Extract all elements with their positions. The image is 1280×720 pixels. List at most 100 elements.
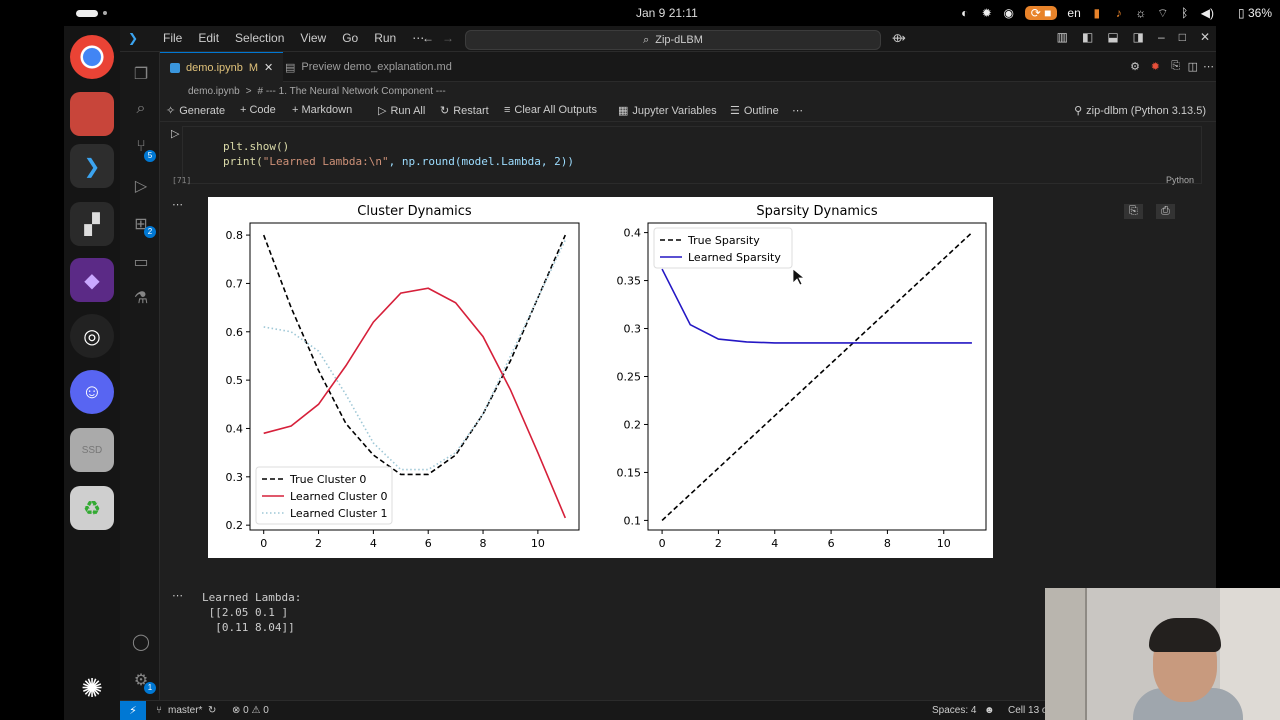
outline-button[interactable]: ☰ Outline [730, 104, 779, 118]
settings-gear-icon[interactable]: ⚙ [1130, 60, 1140, 73]
indentation[interactable]: Spaces: 4 [932, 705, 976, 716]
layout-icon[interactable]: ▥ [1057, 30, 1068, 44]
clear-label: Clear All Outputs [514, 104, 597, 116]
x-tick-label: 0 [659, 537, 666, 550]
toggle-sidebar-icon[interactable]: ◧ [1082, 30, 1093, 44]
vscode-dock-icon[interactable]: ❯ [70, 144, 114, 188]
source-control-icon[interactable]: ⑂ 5 [130, 138, 156, 162]
wifi-icon[interactable]: ⌔ [1157, 6, 1169, 21]
jupyter-variables-button[interactable]: ▦ Jupyter Variables [618, 104, 717, 118]
nav-forward-icon[interactable]: → [442, 31, 454, 45]
screen-record-icon[interactable]: ⟳ ■ [1024, 6, 1058, 20]
menu-file[interactable]: File [155, 31, 190, 45]
vscode-logo-icon: ❯ [128, 31, 139, 45]
split-editor-icon[interactable]: ◫ [1188, 60, 1198, 73]
menu-view[interactable]: View [292, 31, 334, 45]
maximize-icon[interactable]: □ [1179, 30, 1186, 44]
camera-icon[interactable]: ▮ [1091, 6, 1103, 20]
minimize-icon[interactable]: – [1158, 30, 1165, 44]
microphone-icon[interactable]: ♪ [1113, 6, 1125, 20]
breadcrumb-section[interactable]: # --- 1. The Neural Network Component --… [258, 86, 446, 97]
cell-indicator[interactable]: Cell 13 o [1008, 705, 1047, 716]
battery-indicator[interactable]: ▯ 36% [1238, 6, 1272, 20]
explorer-icon[interactable]: ❐ [130, 64, 152, 86]
tab-demo-ipynb[interactable]: demo.ipynb M ✕ [160, 52, 284, 82]
search-sidebar-icon[interactable]: ⌕ [130, 100, 152, 122]
manage-gear-icon[interactable]: ⚙ 1 [130, 670, 156, 694]
add-markdown-button[interactable]: + Markdown [292, 104, 352, 116]
cell-language[interactable]: Python [1166, 175, 1194, 185]
code-editor[interactable]: plt.show() print("Learned Lambda:\n", np… [223, 139, 574, 169]
kernel-picker[interactable]: ⚲ zip-dlbm (Python 3.13.5) [1074, 104, 1206, 118]
extensions-icon[interactable]: ⊞ 2 [130, 214, 156, 238]
trash-icon[interactable]: ♻ [70, 486, 114, 530]
editor-app-icon[interactable]: ▞ [70, 202, 114, 246]
nav-back-icon[interactable]: ← [422, 31, 434, 45]
branch-name[interactable]: master* [168, 705, 202, 716]
command-center[interactable]: ⌕ Zip-dLBM [465, 30, 881, 50]
generate-label: Generate [179, 104, 226, 117]
run-cell-icon[interactable]: ▷ [171, 127, 179, 140]
vpn-icon[interactable]: ◐ [959, 6, 971, 20]
volume-icon[interactable]: ◀) [1201, 6, 1214, 20]
activities-indicator[interactable] [76, 10, 98, 17]
compare-icon[interactable]: ⎘ [1171, 60, 1180, 73]
testing-icon[interactable]: ⚗ [130, 288, 152, 310]
menu-edit[interactable]: Edit [190, 31, 227, 45]
output-menu-icon-2[interactable]: ⋯ [172, 589, 183, 602]
extensions-badge: 2 [144, 226, 156, 238]
keyboard-language[interactable]: en [1067, 6, 1080, 20]
sparkle-icon: ✧ [166, 105, 176, 117]
debug-icon[interactable]: ✹ [1151, 60, 1160, 73]
outline-label: Outline [743, 104, 779, 117]
copilot-icon[interactable]: ⟴ [892, 31, 906, 45]
accounts-icon[interactable]: ◯ [130, 632, 152, 654]
remote-explorer-icon[interactable]: ▭ [130, 252, 152, 274]
add-code-button[interactable]: + Code [240, 104, 276, 116]
menu-go[interactable]: Go [334, 31, 366, 45]
more-actions-icon[interactable]: ⋯ [1203, 60, 1214, 73]
manage-badge: 1 [144, 682, 156, 694]
toolbar-more-label: ⋯ [792, 105, 803, 117]
chrome-icon[interactable] [70, 35, 114, 79]
obsidian-icon[interactable]: ◆ [70, 258, 114, 302]
system-tray: ◐ ✹ ◉ ⟳ ■ en ▮ ♪ ☼ ⌔ ᛒ ◀) [959, 4, 1280, 22]
remote-indicator[interactable]: ⚡ [120, 701, 146, 720]
chrome-tray-icon[interactable]: ◉ [1003, 6, 1015, 20]
copilot-status-icon[interactable]: ☻ [984, 705, 995, 716]
problems-indicator[interactable]: ⊗ 0 ⚠ 0 [232, 705, 269, 716]
bluetooth-icon[interactable]: ᛒ [1179, 6, 1191, 20]
breadcrumb-file[interactable]: demo.ipynb [188, 86, 240, 97]
close-tab-icon[interactable]: ✕ [264, 61, 273, 74]
toggle-secondary-icon[interactable]: ◨ [1133, 30, 1144, 44]
output-menu-icon[interactable]: ⋯ [172, 198, 183, 211]
x-tick-label: 2 [315, 537, 322, 550]
run-all-button[interactable]: ▷ Run All [378, 104, 425, 118]
tab-preview-md[interactable]: ▤ Preview demo_explanation.md [275, 52, 462, 82]
copy-output-icon[interactable]: ⎘ [1124, 204, 1143, 219]
close-window-icon[interactable]: ✕ [1200, 30, 1210, 44]
brightness-icon[interactable]: ☼ [1135, 6, 1147, 20]
restart-button[interactable]: ↻ Restart [440, 104, 489, 118]
clear-outputs-button[interactable]: ≡ Clear All Outputs [504, 104, 597, 116]
obs-icon[interactable]: ◎ [70, 314, 114, 358]
discord-icon[interactable]: ☺ [70, 370, 114, 414]
code-cell[interactable]: ▷ plt.show() print("Learned Lambda:\n", … [171, 126, 1202, 184]
settings-tray-icon[interactable]: ✹ [981, 6, 993, 20]
y-tick-label: 0.2 [226, 519, 244, 532]
save-output-icon[interactable]: ⎙ [1156, 204, 1175, 219]
toggle-panel-icon[interactable]: ⬓ [1107, 30, 1118, 44]
menu-run[interactable]: Run [366, 31, 404, 45]
files-icon[interactable] [70, 92, 114, 136]
system-top-bar: Jan 9 21:11 ◐ ✹ ◉ ⟳ ■ en ▮ ♪ ☼ ⌔ ᛒ ◀) ▯ … [0, 0, 1280, 26]
menu-selection[interactable]: Selection [227, 31, 292, 45]
workspace-dot[interactable] [103, 11, 107, 15]
sync-icon[interactable]: ↻ [208, 705, 216, 716]
run-debug-icon[interactable]: ▷ [130, 176, 152, 198]
webcam-overlay [1045, 588, 1280, 720]
clock[interactable]: Jan 9 21:11 [636, 6, 698, 20]
generate-button[interactable]: ✧ Generate [166, 104, 226, 118]
ssd-drive-icon[interactable]: SSD [70, 428, 114, 472]
toolbar-more[interactable]: ⋯ [792, 104, 803, 117]
ubuntu-apps-icon[interactable]: ✺ [70, 666, 114, 710]
